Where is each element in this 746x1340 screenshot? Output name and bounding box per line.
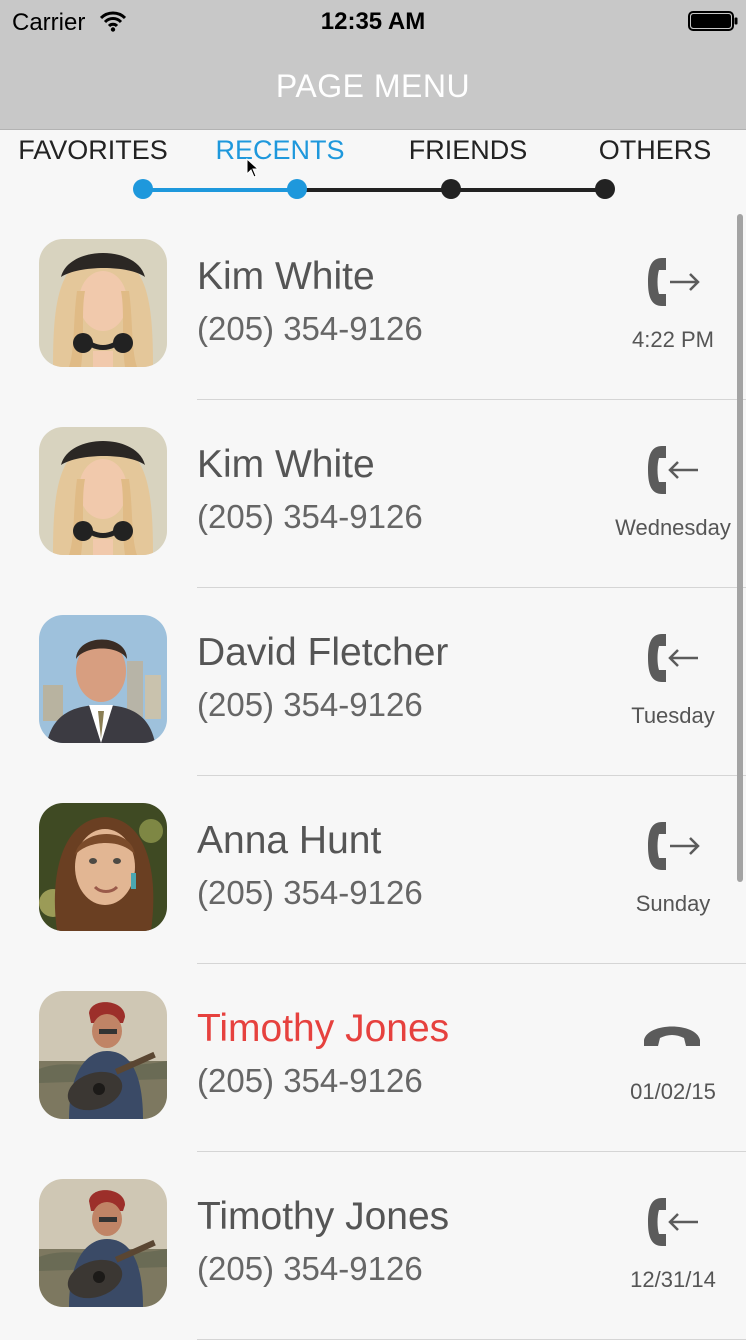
mouse-cursor-icon [246,158,260,178]
avatar[interactable] [39,239,167,367]
page-menu-tabs: FAVORITES RECENTS FRIENDS OTHERS [0,130,746,210]
call-time: Wednesday [615,515,731,540]
incoming-call-icon [648,446,698,494]
contact-name: David Fletcher [197,631,449,674]
progress-dot-others[interactable] [595,179,615,199]
scrollbar[interactable] [737,214,743,882]
call-time: 4:22 PM [632,327,714,352]
progress-dot-friends[interactable] [441,179,461,199]
avatar[interactable] [39,1179,167,1307]
tab-friends[interactable]: FRIENDS [378,135,558,166]
avatar[interactable] [39,991,167,1119]
incoming-call-icon [648,1198,698,1246]
progress-line-active [143,188,297,192]
phone-number: (205) 354-9126 [197,1062,423,1099]
phone-number: (205) 354-9126 [197,874,423,911]
phone-number: (205) 354-9126 [197,686,423,723]
battery-icon [688,11,738,31]
clock: 12:35 AM [320,8,426,35]
tab-others[interactable]: OTHERS [565,135,745,166]
contact-name: Timothy Jones [197,1195,450,1238]
call-row[interactable]: Kim White (205) 354-9126 Wednesday [0,400,746,588]
contact-name: Timothy Jones [197,1007,450,1050]
contact-name: Anna Hunt [197,819,382,862]
status-bar: Carrier 12:35 AM [0,0,746,40]
call-time: Tuesday [631,703,715,728]
call-row[interactable]: Anna Hunt (205) 354-9126 Sunday [0,776,746,964]
avatar[interactable] [39,615,167,743]
incoming-call-icon [648,634,698,682]
avatar[interactable] [39,803,167,931]
call-time: 12/31/14 [630,1267,716,1292]
outgoing-call-icon [648,822,700,870]
contact-name: Kim White [197,255,375,298]
page-title: PAGE MENU [275,68,471,104]
call-row[interactable]: Timothy Jones (205) 354-9126 12/31/14 [0,1152,746,1340]
contact-name: Kim White [197,443,375,486]
progress-dot-favorites[interactable] [133,179,153,199]
call-row[interactable]: Timothy Jones (205) 354-9126 01/02/15 [0,964,746,1152]
call-time: 01/02/15 [630,1079,716,1104]
progress-dot-recents[interactable] [287,179,307,199]
call-row[interactable]: Kim White (205) 354-9126 4:22 PM [0,212,746,400]
avatar[interactable] [39,427,167,555]
missed-call-icon [644,1026,700,1046]
tab-favorites[interactable]: FAVORITES [3,135,183,166]
navigation-bar: PAGE MENU [0,40,746,130]
outgoing-call-icon [648,258,700,306]
recent-calls-list: Kim White (205) 354-9126 4:22 PM Kim Whi… [0,212,746,1340]
phone-number: (205) 354-9126 [197,310,423,347]
tab-recents[interactable]: RECENTS [190,135,370,166]
call-row[interactable]: David Fletcher (205) 354-9126 Tuesday [0,588,746,776]
phone-number: (205) 354-9126 [197,1250,423,1287]
phone-number: (205) 354-9126 [197,498,423,535]
call-time: Sunday [635,891,711,916]
